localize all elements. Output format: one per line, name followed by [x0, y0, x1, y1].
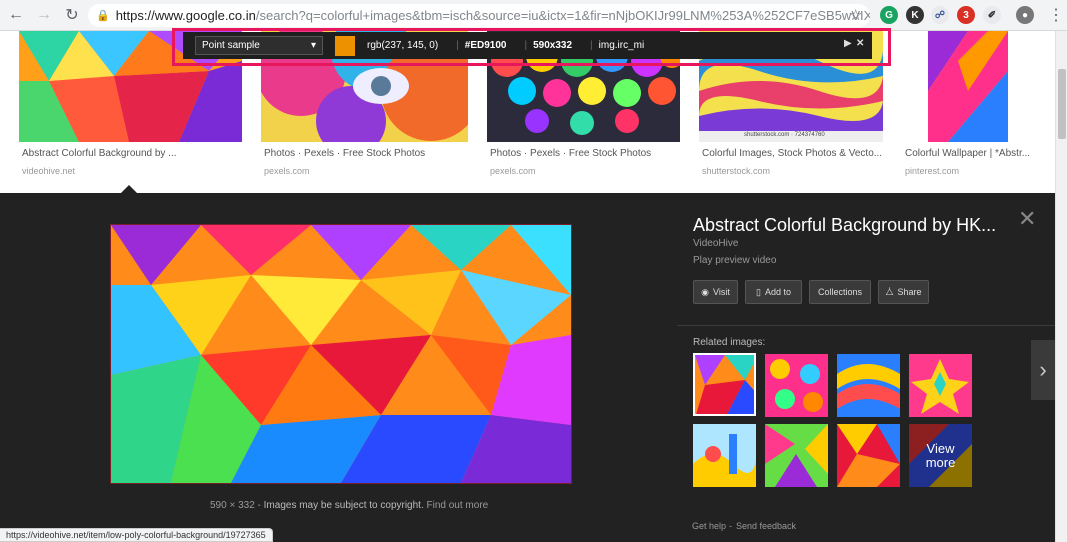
badge-extension-icon[interactable]: 3 [957, 6, 975, 24]
image-source[interactable]: VideoHive [693, 238, 738, 249]
eyedropper-extension-icon[interactable]: ✐ [983, 6, 1001, 24]
element-size: 590x332 [533, 40, 573, 51]
browser-toolbar: ← → ↻ 🔒 https://www.google.co.in/search?… [0, 0, 1067, 31]
result-source: videohive.net [22, 166, 76, 176]
bookmark-icon: ▯ [756, 286, 761, 297]
sample-mode-value: Point sample [202, 40, 260, 51]
scrollbar-thumb[interactable] [1058, 69, 1066, 139]
rgb-value[interactable]: rgb(237, 145, 0) [367, 40, 438, 51]
result-caption[interactable]: Photos · Pexels · Free Stock Photos pexel… [264, 148, 449, 176]
result-caption[interactable]: Photos · Pexels · Free Stock Photos pexel… [490, 148, 675, 176]
back-icon[interactable]: ← [4, 3, 28, 27]
url-path: /search?q=colorful+images&tbm=isch&sourc… [255, 8, 870, 23]
collections-button[interactable]: Collections [809, 280, 871, 304]
result-source: pinterest.com [905, 166, 960, 176]
related-image[interactable] [693, 353, 756, 416]
status-bar-url: https://videohive.net/item/low-poly-colo… [0, 528, 273, 542]
close-icon[interactable]: ✕ [856, 38, 864, 49]
divider [677, 325, 1055, 326]
footer-separator: - [729, 521, 732, 531]
related-image[interactable] [693, 424, 756, 487]
share-button[interactable]: ⧊ Share [878, 280, 929, 304]
hex-value[interactable]: #ED9100 [465, 40, 507, 51]
result-title: Photos · Pexels · Free Stock Photos [490, 148, 652, 159]
related-image[interactable] [765, 354, 828, 417]
link-extension-icon[interactable]: ☍ [931, 6, 949, 24]
image-meta: 590 × 332 - Images may be subject to cop… [210, 500, 488, 511]
bookmark-star-icon[interactable]: ☆ [849, 6, 862, 24]
result-source: pexels.com [490, 166, 536, 176]
share-label: Share [897, 287, 922, 297]
k-extension-icon[interactable]: K [906, 6, 924, 24]
page-scrollbar[interactable] [1055, 31, 1067, 542]
result-title: Colorful Images, Stock Photos & Vecto... [702, 148, 883, 159]
share-icon: ⧊ [885, 286, 894, 297]
related-image[interactable] [765, 424, 828, 487]
related-images-label: Related images: [693, 337, 766, 348]
forward-icon[interactable]: → [32, 3, 56, 27]
lock-icon: 🔒 [96, 10, 110, 22]
next-arrow-icon[interactable]: › [1031, 340, 1055, 400]
extension-badge-count: 3 [963, 9, 969, 21]
color-swatch [335, 35, 355, 56]
preview-image[interactable] [110, 224, 572, 484]
separator: | [590, 40, 593, 51]
result-title: Colorful Wallpaper | *Abstr... [905, 148, 1031, 159]
view-more-label: View [926, 440, 955, 456]
related-image[interactable] [837, 354, 900, 417]
view-more-tile[interactable]: View more [909, 424, 972, 487]
visit-button[interactable]: ◉ Visit [693, 280, 738, 304]
result-caption[interactable]: Colorful Wallpaper | *Abstr... pinterest.… [905, 148, 1045, 176]
result-source: pexels.com [264, 166, 310, 176]
result-thumbnail[interactable] [928, 31, 1008, 142]
copyright-notice: Images may be subject to copyright. [263, 500, 424, 511]
add-to-button[interactable]: ▯ Add to [745, 280, 802, 304]
close-icon[interactable]: ✕ [1018, 206, 1036, 232]
separator: | [456, 40, 459, 51]
view-more-overlay: View more [909, 424, 972, 487]
image-subtitle[interactable]: Play preview video [693, 255, 776, 266]
send-feedback-link[interactable]: Send feedback [736, 521, 796, 531]
collections-label: Collections [817, 287, 863, 297]
globe-icon: ◉ [701, 286, 709, 297]
sample-mode-select[interactable]: Point sample ▾ [195, 36, 323, 55]
chevron-down-icon: ▾ [310, 40, 316, 51]
find-out-more-link[interactable]: Find out more [427, 500, 489, 511]
result-source: shutterstock.com [702, 166, 771, 176]
reload-icon[interactable]: ↻ [60, 3, 84, 27]
image-title[interactable]: Abstract Colorful Background by HK... [693, 215, 996, 236]
separator: | [524, 40, 528, 51]
visit-label: Visit [713, 287, 730, 297]
image-viewer-panel: 590 × 332 - Images may be subject to cop… [0, 193, 1055, 542]
result-title: Photos · Pexels · Free Stock Photos [264, 148, 426, 159]
selection-pointer [121, 185, 137, 193]
add-to-label: Add to [764, 287, 791, 297]
result-caption[interactable]: Abstract Colorful Background by ... video… [22, 148, 207, 176]
play-icon[interactable]: ▶ [844, 38, 852, 49]
image-dimensions: 590 × 332 [210, 500, 255, 511]
color-picker-toolbar: Point sample ▾ rgb(237, 145, 0) | #ED910… [183, 32, 872, 59]
related-image[interactable] [909, 354, 972, 417]
grammarly-extension-icon[interactable]: G [880, 6, 898, 24]
result-title: Abstract Colorful Background by ... [22, 148, 177, 159]
view-more-label: more [925, 454, 956, 470]
url-host: https://www.google.co.in [115, 8, 256, 23]
address-bar[interactable]: 🔒 https://www.google.co.in/search?q=colo… [88, 4, 870, 27]
menu-dots-icon[interactable]: ⋮ [1044, 3, 1067, 27]
thumbnail-watermark: shutterstock.com · 724374760 [744, 132, 825, 138]
element-selector: img.irc_mi [598, 40, 645, 51]
get-help-link[interactable]: Get help [692, 521, 726, 531]
result-caption[interactable]: Colorful Images, Stock Photos & Vecto...… [702, 148, 887, 176]
profile-avatar[interactable]: ● [1016, 6, 1034, 24]
meta-separator: - [254, 500, 264, 511]
related-image[interactable] [837, 424, 900, 487]
